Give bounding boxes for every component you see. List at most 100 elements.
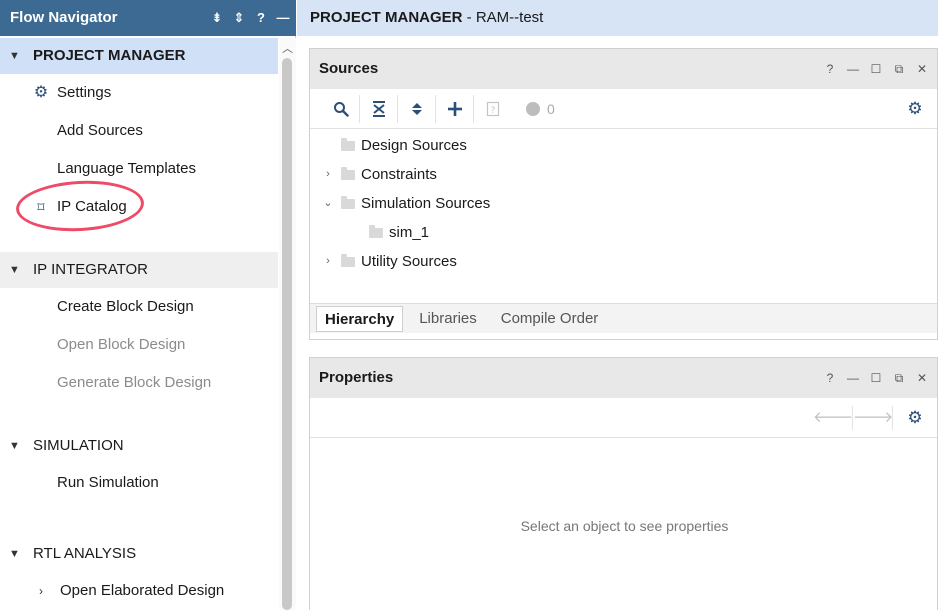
nav-scrollbar[interactable]: ︿ <box>279 38 296 610</box>
close-icon[interactable]: ✕ <box>915 358 929 398</box>
sources-toolbar: ? 0 ⚙ <box>310 89 937 129</box>
section-ip-integrator[interactable]: ▼ IP INTEGRATOR <box>0 252 278 288</box>
nav-item-generate-block-design: Generate Block Design <box>0 364 278 402</box>
float-icon[interactable]: ⧉ <box>892 49 906 89</box>
nav-item-label: Create Block Design <box>57 298 194 315</box>
maximize-icon[interactable]: ☐ <box>869 49 883 89</box>
section-label: PROJECT MANAGER <box>33 47 186 64</box>
float-icon[interactable]: ⧉ <box>892 358 906 398</box>
nav-item-label: Add Sources <box>57 122 143 139</box>
tree-node-label: Design Sources <box>361 137 467 154</box>
history-arrows: 🡐 🡒 <box>813 406 893 430</box>
sources-tree: Design Sources › Constraints ⌄ Simulatio… <box>310 131 937 303</box>
sources-panel: Sources ? — ☐ ⧉ ✕ ? 0 ⚙ Design Sources ›… <box>309 48 938 340</box>
sources-panel-header: Sources ? — ☐ ⧉ ✕ <box>310 49 937 89</box>
nav-item-open-elaborated-design[interactable]: › Open Elaborated Design <box>0 572 278 610</box>
folder-icon <box>341 254 355 267</box>
chevron-down-icon[interactable]: ▼ <box>9 252 20 288</box>
chevron-down-icon[interactable]: ⌄ <box>321 189 335 218</box>
tree-node-label: sim_1 <box>389 224 430 241</box>
chevron-right-icon[interactable]: › <box>32 572 50 610</box>
window-title-bar: PROJECT MANAGER - RAM--test <box>297 0 938 36</box>
nav-item-create-block-design[interactable]: Create Block Design <box>0 288 278 326</box>
properties-panel-header: Properties ? — ☐ ⧉ ✕ <box>310 358 937 398</box>
gear-icon[interactable]: ⚙ <box>903 97 927 121</box>
close-icon[interactable]: ✕ <box>915 49 929 89</box>
collapse-all-icon[interactable]: ⇟ <box>210 0 224 36</box>
help-icon[interactable]: ? <box>823 358 837 398</box>
nav-item-language-templates[interactable]: Language Templates <box>0 150 278 188</box>
tree-node-label: Constraints <box>361 166 437 183</box>
gear-icon[interactable]: ⚙ <box>903 406 927 430</box>
expand-all-icon[interactable] <box>398 94 436 123</box>
minimize-icon[interactable]: — <box>846 49 860 89</box>
section-project-manager[interactable]: ▼ PROJECT MANAGER <box>0 38 278 74</box>
nav-item-ip-catalog[interactable]: ⌑ IP Catalog <box>0 188 278 226</box>
folder-icon <box>341 196 355 209</box>
nav-item-label: Language Templates <box>57 160 196 177</box>
panel-tools: ? — ☐ ⧉ ✕ <box>823 358 929 398</box>
flow-navigator-tools: ⇟ ⇕ ? — <box>210 0 290 36</box>
nav-item-open-block-design: Open Block Design <box>0 326 278 364</box>
expand-all-icon[interactable]: ⇕ <box>232 0 246 36</box>
unknown-file-icon: ? <box>474 95 512 123</box>
help-icon[interactable]: ? <box>254 0 268 36</box>
section-rtl-analysis[interactable]: ▼ RTL ANALYSIS <box>0 536 278 572</box>
status-count: 0 <box>547 100 555 117</box>
section-label: RTL ANALYSIS <box>33 545 137 562</box>
tab-libraries[interactable]: Libraries <box>411 306 485 332</box>
title-section: PROJECT MANAGER <box>310 9 463 26</box>
chevron-down-icon[interactable]: ▼ <box>9 38 20 74</box>
svg-text:?: ? <box>491 106 496 116</box>
add-icon[interactable] <box>436 94 474 123</box>
chevron-right-icon[interactable]: › <box>321 160 335 189</box>
status-indicator: 0 <box>512 101 555 117</box>
folder-icon <box>341 138 355 151</box>
title-project: - RAM--test <box>462 9 544 26</box>
flow-navigator-list: ▼ PROJECT MANAGER ⚙ Settings Add Sources… <box>0 38 278 610</box>
panel-title: Properties <box>319 369 394 386</box>
minimize-icon[interactable]: — <box>276 0 290 36</box>
properties-toolbar: 🡐 🡒 ⚙ <box>310 398 937 438</box>
sources-tabs: Hierarchy Libraries Compile Order <box>310 303 937 333</box>
section-label: IP INTEGRATOR <box>33 261 149 278</box>
scroll-up-icon[interactable]: ︿ <box>279 40 296 56</box>
nav-item-label: Open Elaborated Design <box>60 582 225 599</box>
folder-icon <box>369 225 383 238</box>
nav-item-settings[interactable]: ⚙ Settings <box>0 74 278 112</box>
tab-compile-order[interactable]: Compile Order <box>493 306 607 332</box>
nav-item-label: IP Catalog <box>57 198 127 215</box>
section-label: SIMULATION <box>33 437 124 454</box>
tree-node-label: Utility Sources <box>361 253 457 270</box>
tree-node-design-sources[interactable]: Design Sources <box>310 131 937 160</box>
chevron-right-icon[interactable]: › <box>321 247 335 276</box>
tree-node-utility-sources[interactable]: › Utility Sources <box>310 247 937 276</box>
gear-icon: ⚙ <box>33 84 49 101</box>
back-arrow-icon: 🡐 <box>813 406 853 430</box>
tree-node-simulation-sources[interactable]: ⌄ Simulation Sources <box>310 189 937 218</box>
chevron-down-icon[interactable]: ▼ <box>9 536 20 572</box>
nav-item-add-sources[interactable]: Add Sources <box>0 112 278 150</box>
tree-node-label: Simulation Sources <box>361 195 491 212</box>
tab-hierarchy[interactable]: Hierarchy <box>316 305 404 332</box>
chevron-down-icon[interactable]: ▼ <box>9 428 20 464</box>
flow-navigator-title: Flow Navigator <box>10 9 118 26</box>
minimize-icon[interactable]: — <box>846 358 860 398</box>
folder-icon <box>341 167 355 180</box>
nav-item-label: Generate Block Design <box>57 374 212 391</box>
nav-item-label: Run Simulation <box>57 474 159 491</box>
flow-navigator-header: Flow Navigator ⇟ ⇕ ? — <box>0 0 296 36</box>
search-icon[interactable] <box>322 94 360 123</box>
collapse-all-icon[interactable] <box>360 94 398 123</box>
nav-item-run-simulation[interactable]: Run Simulation <box>0 464 278 502</box>
tree-node-constraints[interactable]: › Constraints <box>310 160 937 189</box>
maximize-icon[interactable]: ☐ <box>869 358 883 398</box>
tree-node-sim-1[interactable]: sim_1 <box>310 218 937 247</box>
panel-title: Sources <box>319 60 379 77</box>
scrollbar-thumb[interactable] <box>282 58 292 610</box>
section-simulation[interactable]: ▼ SIMULATION <box>0 428 278 464</box>
help-icon[interactable]: ? <box>823 49 837 89</box>
